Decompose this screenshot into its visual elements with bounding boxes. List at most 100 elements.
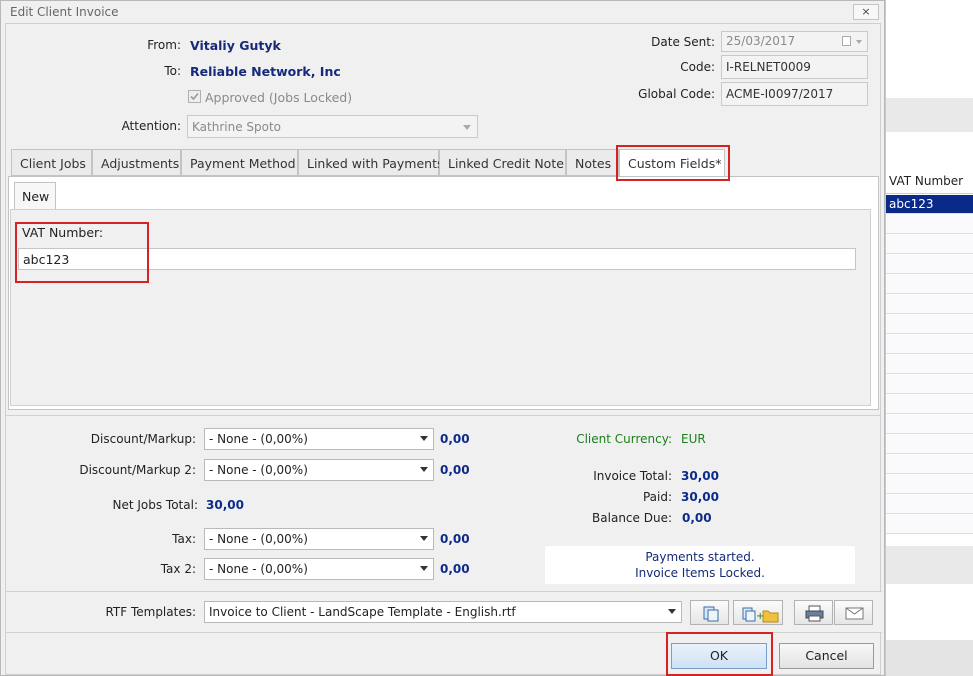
close-icon: × [861, 5, 871, 18]
background-row[interactable] [886, 295, 973, 314]
background-row[interactable] [886, 395, 973, 414]
chevron-down-icon [668, 609, 676, 614]
cancel-button[interactable]: Cancel [779, 643, 874, 669]
code-field[interactable]: I-RELNET0009 [721, 55, 868, 79]
background-statusbar [886, 640, 973, 676]
global-code-label: Global Code: [638, 87, 715, 101]
subtab-new[interactable]: New [14, 182, 56, 209]
global-code-field[interactable]: ACME-I0097/2017 [721, 82, 868, 106]
custom-fields-form [10, 209, 871, 406]
background-row[interactable] [886, 415, 973, 434]
ok-button[interactable]: OK [671, 643, 767, 669]
tax2-amount: 0,00 [440, 562, 470, 576]
tax-amount: 0,00 [440, 532, 470, 546]
chevron-down-icon [420, 436, 428, 441]
tab-custom-fields[interactable]: Custom Fields* [619, 149, 725, 177]
background-row[interactable] [886, 315, 973, 334]
background-column-header[interactable]: VAT Number [886, 170, 973, 194]
tab-client-jobs[interactable]: Client Jobs [11, 149, 92, 176]
tax2-select[interactable]: - None - (0,00%) [204, 558, 434, 580]
background-row[interactable] [886, 495, 973, 514]
close-button[interactable]: × [853, 4, 879, 20]
background-selected-cell[interactable]: abc123 [886, 195, 973, 214]
background-row[interactable] [886, 455, 973, 474]
chevron-down-icon [856, 40, 862, 44]
tab-notes[interactable]: Notes [566, 149, 619, 176]
chevron-down-icon [463, 125, 471, 130]
balance-due-value: 0,00 [682, 511, 712, 525]
vat-number-label: VAT Number: [22, 225, 104, 240]
copy-template-icon [703, 606, 719, 622]
invoice-total-label: Invoice Total: [593, 469, 672, 483]
background-row[interactable] [886, 335, 973, 354]
tax-value: - None - (0,00%) [209, 532, 308, 546]
from-value: Vitaliy Gutyk [190, 38, 281, 53]
dialog-title: Edit Client Invoice [10, 5, 119, 19]
checkmark-icon [190, 92, 199, 101]
code-label: Code: [680, 60, 715, 74]
invoice-total-value: 30,00 [681, 469, 719, 483]
net-jobs-label: Net Jobs Total: [112, 498, 198, 512]
discount2-amount: 0,00 [440, 463, 470, 477]
calendar-icon [842, 36, 851, 46]
background-row[interactable] [886, 215, 973, 234]
status-box: Payments started. Invoice Items Locked. [545, 546, 855, 584]
title-bar[interactable]: Edit Client Invoice × [1, 1, 884, 23]
print-icon [805, 605, 824, 622]
email-button[interactable] [834, 600, 873, 625]
tab-linked-with-payments[interactable]: Linked with Payments [298, 149, 443, 176]
tax-label: Tax: [172, 532, 196, 546]
edit-client-invoice-dialog: Edit Client Invoice × From: Vitaliy Guty… [0, 0, 885, 676]
date-sent-label: Date Sent: [651, 35, 715, 49]
currency-value: EUR [681, 432, 706, 446]
discount2-label: Discount/Markup 2: [79, 463, 196, 477]
background-row[interactable] [886, 235, 973, 254]
background-toolbar [886, 98, 973, 132]
attention-value: Kathrine Spoto [192, 120, 282, 134]
add-folder-icon: + [742, 607, 779, 623]
background-row[interactable] [886, 435, 973, 454]
discount-label: Discount/Markup: [90, 432, 196, 446]
chevron-down-icon [420, 536, 428, 541]
approved-checkbox[interactable] [188, 90, 201, 103]
tax-select[interactable]: - None - (0,00%) [204, 528, 434, 550]
background-row[interactable] [886, 255, 973, 274]
copy-template-button[interactable] [690, 600, 729, 625]
discount-select[interactable]: - None - (0,00%) [204, 428, 434, 450]
from-label: From: [147, 38, 181, 52]
date-sent-value: 25/03/2017 [726, 34, 796, 48]
chevron-down-icon [420, 566, 428, 571]
discount2-value: - None - (0,00%) [209, 463, 308, 477]
to-value: Reliable Network, Inc [190, 64, 341, 79]
status-line-1: Payments started. [645, 550, 755, 564]
attention-label: Attention: [121, 119, 181, 133]
rtf-templates-select[interactable]: Invoice to Client - LandScape Template -… [204, 601, 682, 623]
tab-linked-credit-note[interactable]: Linked Credit Note [439, 149, 566, 176]
background-row[interactable] [886, 515, 973, 534]
rtf-templates-value: Invoice to Client - LandScape Template -… [209, 605, 516, 619]
background-row[interactable] [886, 275, 973, 294]
paid-value: 30,00 [681, 490, 719, 504]
attention-select[interactable]: Kathrine Spoto [187, 115, 478, 138]
background-window: VAT Number abc123 [885, 0, 973, 676]
background-row[interactable] [886, 475, 973, 494]
status-line-2: Invoice Items Locked. [635, 566, 765, 580]
chevron-down-icon [420, 467, 428, 472]
add-folder-button[interactable]: + [733, 600, 783, 625]
print-button[interactable] [794, 600, 833, 625]
discount-value: - None - (0,00%) [209, 432, 308, 446]
background-row[interactable] [886, 355, 973, 374]
net-jobs-value: 30,00 [206, 498, 244, 512]
vat-number-input[interactable]: abc123 [18, 248, 856, 270]
tax2-label: Tax 2: [160, 562, 196, 576]
approved-label: Approved (Jobs Locked) [205, 90, 353, 105]
to-label: To: [164, 64, 181, 78]
paid-label: Paid: [642, 490, 672, 504]
tab-payment-method[interactable]: Payment Method [181, 149, 298, 176]
separator [6, 415, 880, 416]
tab-adjustments[interactable]: Adjustments [92, 149, 181, 176]
date-sent-field[interactable]: 25/03/2017 [721, 31, 868, 52]
rtf-templates-label: RTF Templates: [105, 605, 196, 619]
background-row[interactable] [886, 375, 973, 394]
discount2-select[interactable]: - None - (0,00%) [204, 459, 434, 481]
